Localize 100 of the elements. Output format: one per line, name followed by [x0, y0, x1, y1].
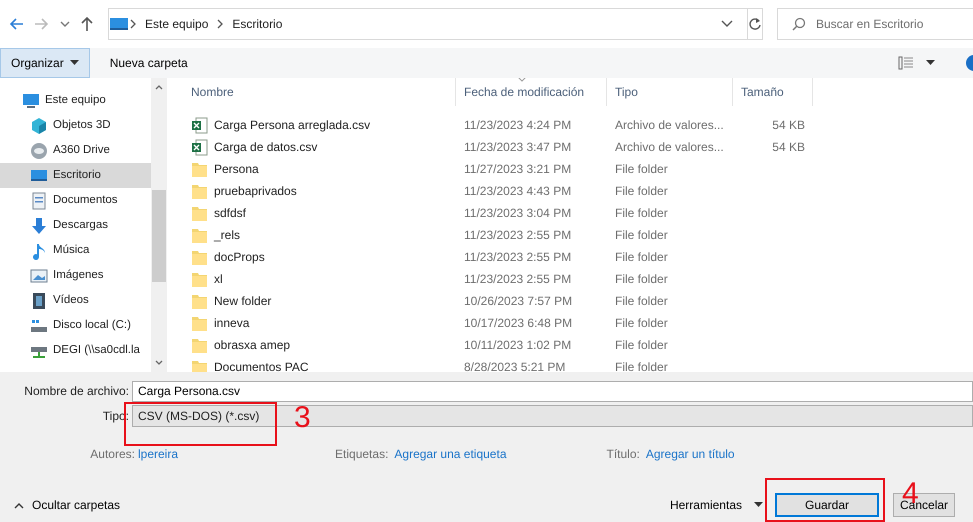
- file-name-text[interactable]: Persona: [214, 160, 259, 178]
- save-button[interactable]: Guardar: [775, 493, 879, 517]
- folder-icon: [191, 270, 208, 288]
- search-box[interactable]: Buscar en Escritorio: [777, 8, 973, 40]
- folder-icon: [191, 314, 208, 332]
- chevron-up-icon: [14, 502, 24, 508]
- file-name-text[interactable]: inneva: [214, 314, 250, 332]
- chevron-right-icon: [216, 19, 224, 29]
- metadata-link[interactable]: Agregar un título: [646, 445, 735, 463]
- computer-icon: [22, 92, 40, 110]
- chevron-right-icon: [129, 19, 137, 29]
- file-name-text[interactable]: Carga de datos.csv: [214, 138, 318, 156]
- cube-icon: [30, 116, 48, 134]
- table-cell-text: 11/23/2023 2:55 PM: [463, 249, 572, 266]
- folder-icon: [191, 358, 208, 372]
- table-cell-text: 8/28/2023 5:21 PM: [463, 359, 566, 372]
- caret-icon[interactable]: [926, 60, 935, 66]
- field-label: Etiquetas:: [335, 446, 390, 463]
- hide-folders-button[interactable]: Ocultar carpetas: [14, 496, 120, 514]
- sidebar-item[interactable]: Música: [0, 238, 151, 263]
- table-cell-text: File folder: [614, 271, 669, 288]
- path-segment[interactable]: Este equipo: [145, 15, 208, 33]
- file-name-text[interactable]: docProps: [214, 248, 265, 266]
- tools-button[interactable]: Herramientas: [664, 495, 769, 515]
- file-name-field[interactable]: Carga Persona.csv: [132, 380, 973, 402]
- table-cell-text: 11/23/2023 4:43 PM: [463, 183, 572, 200]
- file-type-select[interactable]: CSV (MS-DOS) (*.csv) 3: [132, 405, 973, 427]
- sidebar-item[interactable]: Disco local (C:): [0, 313, 151, 338]
- folder-icon: [191, 204, 208, 222]
- file-name-text[interactable]: New folder: [214, 292, 272, 310]
- scroll-up-icon[interactable]: [155, 84, 163, 90]
- metadata-link[interactable]: lpereira: [138, 445, 178, 463]
- folder-icon: [191, 226, 208, 244]
- table-cell-text: 11/23/2023 2:55 PM: [463, 227, 572, 244]
- folder-icon: [191, 292, 208, 310]
- sidebar-item[interactable]: Descargas: [0, 213, 151, 238]
- view-options-icon[interactable]: [898, 56, 914, 70]
- table-cell-text: File folder: [614, 249, 669, 266]
- field-label: Autores:: [89, 446, 136, 463]
- sidebar-item[interactable]: Objetos 3D: [0, 113, 151, 138]
- table-cell-text: File folder: [614, 315, 669, 332]
- document-icon: [30, 192, 48, 210]
- table-cell-text: File folder: [614, 293, 669, 310]
- scrollbar[interactable]: [151, 78, 167, 372]
- table-cell-text: 11/23/2023 2:55 PM: [463, 271, 572, 288]
- path-segment[interactable]: Escritorio: [232, 15, 282, 33]
- file-name-text[interactable]: Documentos PAC: [214, 358, 308, 372]
- folder-icon: [191, 160, 208, 178]
- sidebar-item[interactable]: Imágenes: [0, 263, 151, 288]
- organize-button[interactable]: Organizar: [0, 48, 90, 78]
- file-name-text[interactable]: sdfdsf: [214, 204, 246, 222]
- spreadsheet-file-icon: [191, 138, 208, 156]
- image-icon: [30, 266, 48, 284]
- file-name-text[interactable]: Carga Persona arreglada.csv: [214, 116, 370, 134]
- file-name-text[interactable]: xl: [214, 270, 223, 288]
- folder-icon: [191, 336, 208, 354]
- table-cell-text: File folder: [614, 359, 669, 372]
- sidebar-item[interactable]: A360 Drive: [0, 138, 151, 163]
- folder-icon: [191, 182, 208, 200]
- file-name-text[interactable]: _rels: [214, 226, 240, 244]
- sidebar-item[interactable]: Documentos: [0, 188, 151, 213]
- up-arrow-icon[interactable]: [80, 16, 94, 32]
- refresh-icon[interactable]: [748, 17, 762, 31]
- sort-caret-icon: [518, 78, 526, 82]
- table-cell-text: File folder: [614, 227, 669, 244]
- scroll-down-icon[interactable]: [155, 360, 163, 366]
- table-cell-text: File folder: [614, 205, 669, 222]
- table-cell-text: File folder: [614, 161, 669, 178]
- caret-icon: [70, 60, 79, 66]
- folder-icon: [191, 248, 208, 266]
- table-cell-text: Archivo de valores...: [614, 117, 725, 134]
- caret-icon: [754, 502, 763, 508]
- new-folder-button[interactable]: Nueva carpeta: [102, 54, 196, 72]
- column-header[interactable]: Tipo: [607, 78, 733, 106]
- field-label: Nombre de archivo:: [23, 383, 130, 400]
- table-cell-text: 54 KB: [771, 117, 806, 134]
- metadata-link[interactable]: Agregar una etiqueta: [394, 445, 506, 463]
- sidebar-item[interactable]: DEGI (\\sa0cdl.la: [0, 338, 151, 363]
- search-icon: [792, 17, 806, 31]
- field-label: Título:: [606, 446, 641, 463]
- file-name-text[interactable]: pruebaprivados: [214, 182, 297, 200]
- arrow-down-icon: [30, 216, 48, 234]
- sidebar-item[interactable]: Vídeos: [0, 288, 151, 313]
- table-cell-text: 11/23/2023 4:24 PM: [463, 117, 572, 134]
- chevron-down-icon[interactable]: [60, 20, 70, 28]
- table-cell-text: 11/27/2023 3:21 PM: [463, 161, 572, 178]
- dropdown-caret-icon[interactable]: [721, 20, 733, 28]
- file-name-text[interactable]: obrasxa amep: [214, 336, 290, 354]
- column-header[interactable]: Nombre: [183, 78, 456, 106]
- back-arrow-icon[interactable]: [8, 17, 24, 31]
- sidebar-item[interactable]: Escritorio: [0, 163, 151, 188]
- column-header[interactable]: Fecha de modificación: [456, 78, 607, 106]
- table-cell-text: File folder: [614, 183, 669, 200]
- column-header[interactable]: Tamaño: [733, 78, 813, 106]
- table-cell-text: 10/11/2023 1:02 PM: [463, 337, 572, 354]
- disc-icon: [30, 142, 48, 160]
- table-cell-text: File folder: [614, 337, 669, 354]
- sidebar-item[interactable]: Este equipo: [0, 88, 151, 113]
- table-cell-text: 11/23/2023 3:47 PM: [463, 139, 572, 156]
- table-cell-text: 10/26/2023 7:57 PM: [463, 293, 574, 310]
